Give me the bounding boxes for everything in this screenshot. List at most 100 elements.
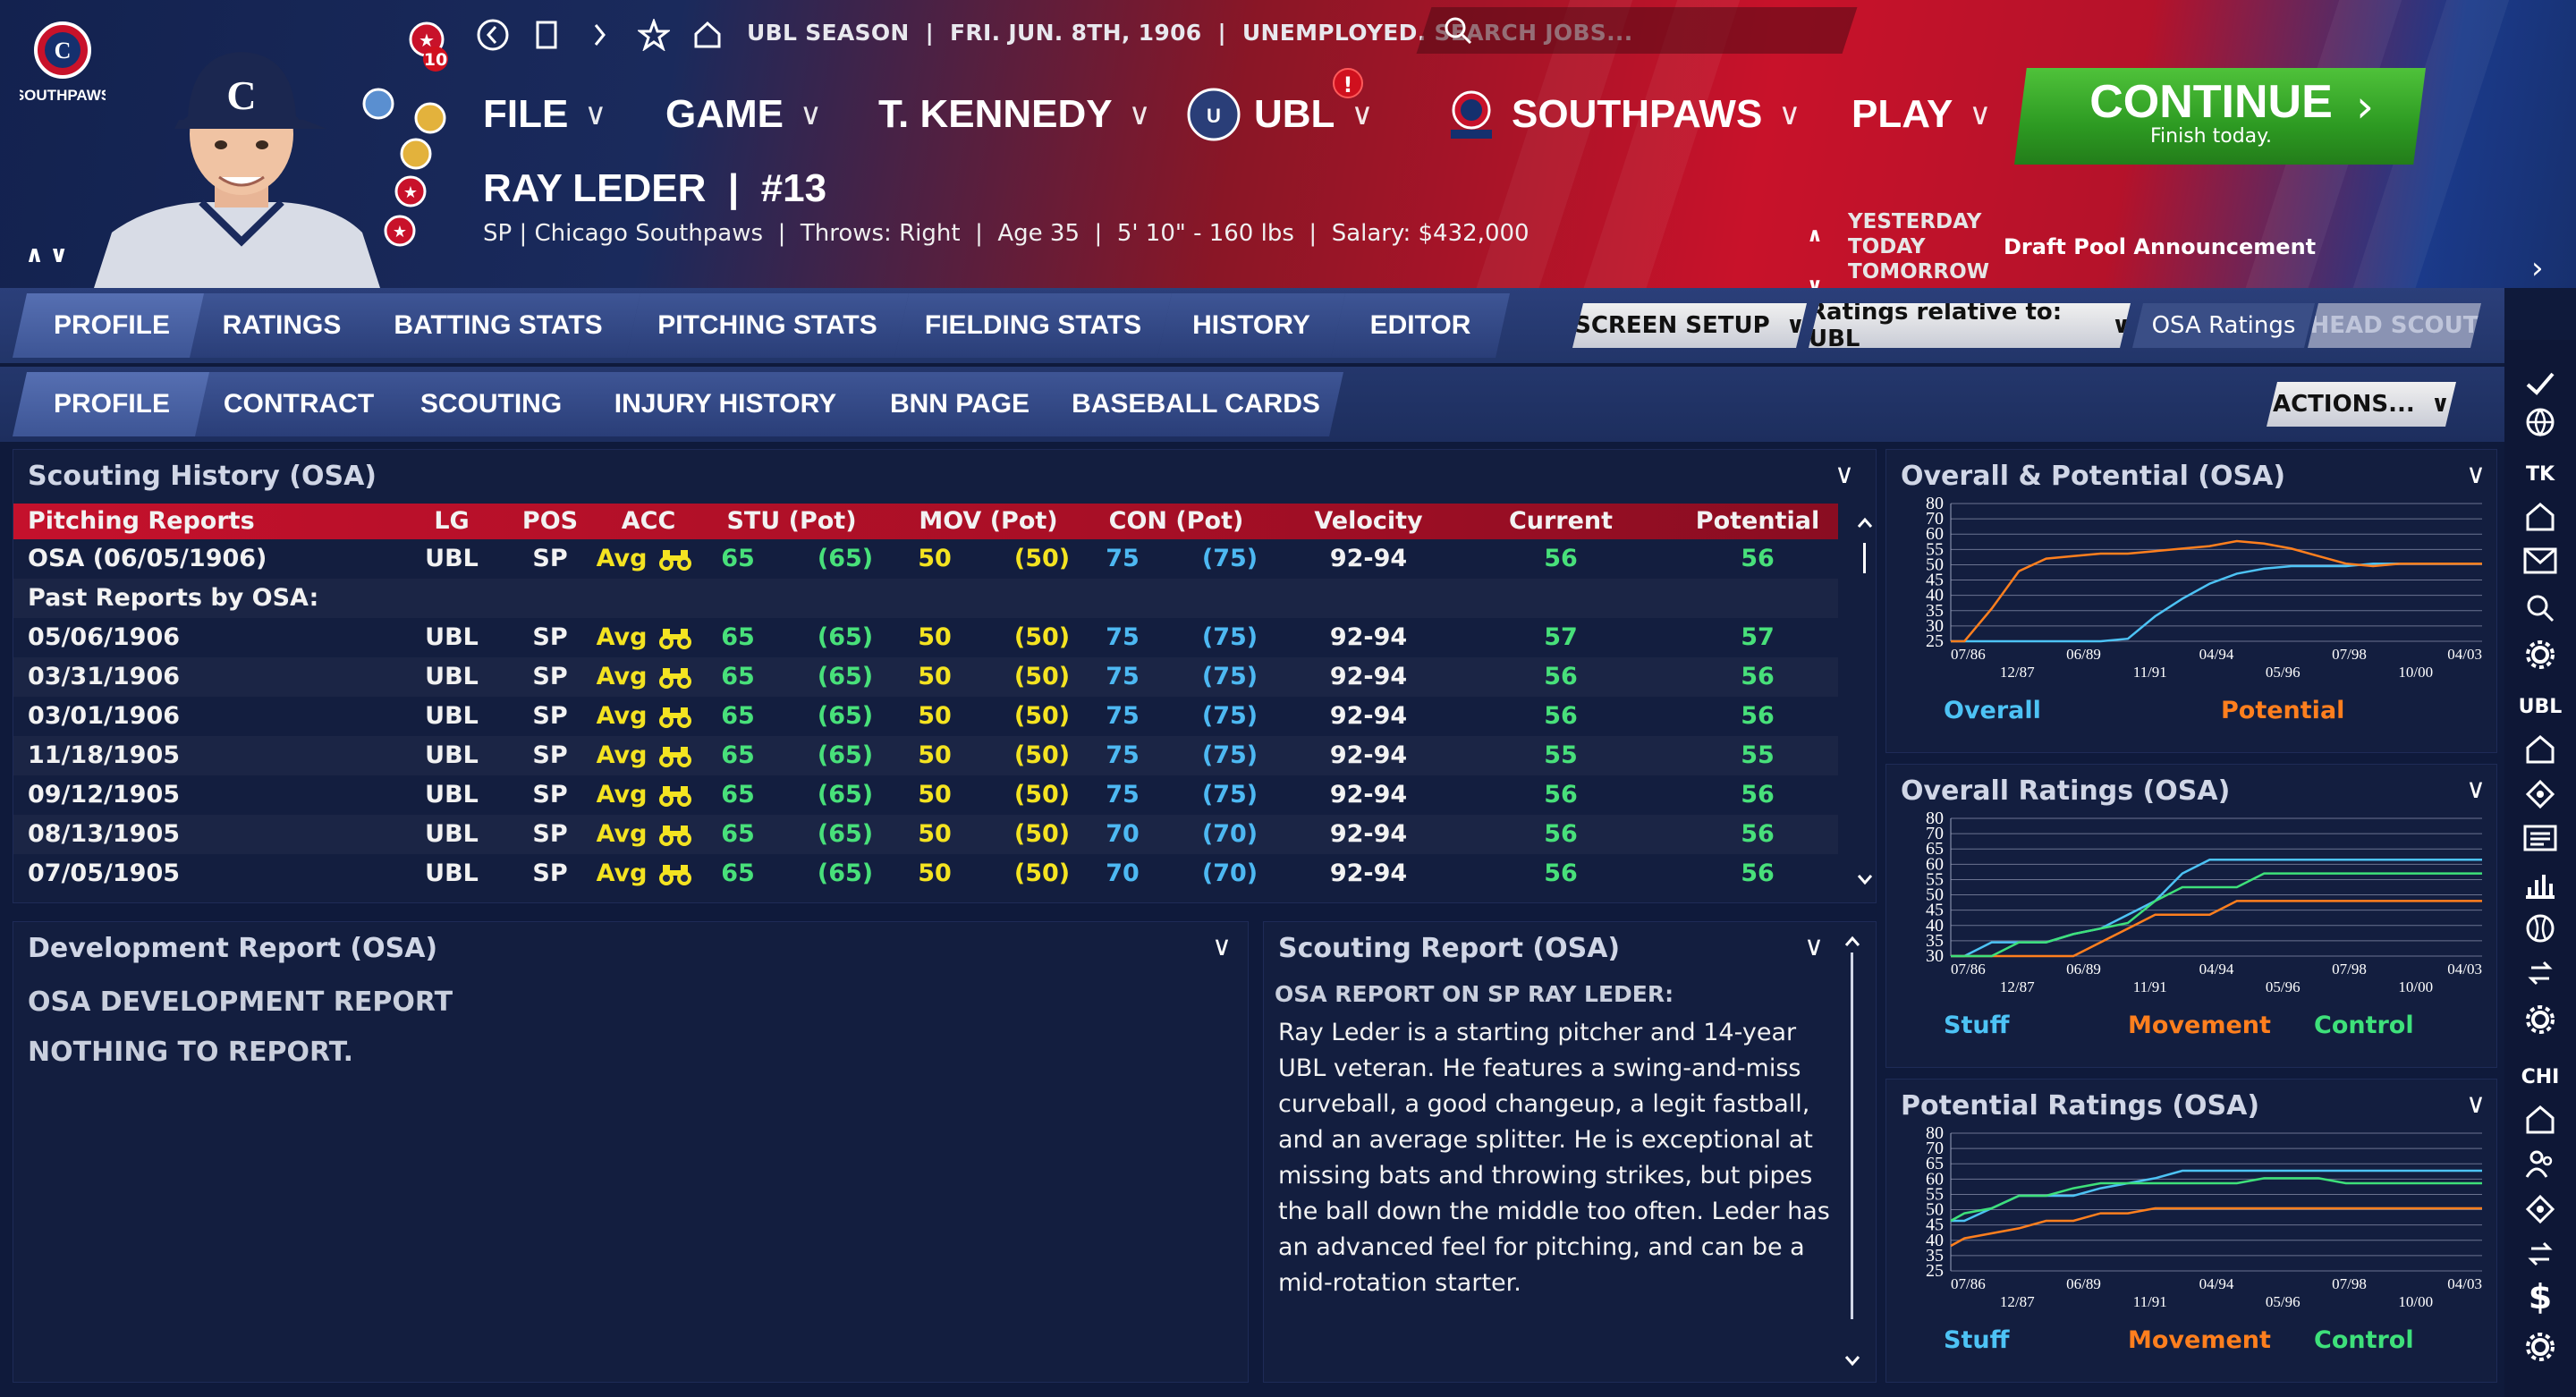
head-scout-toggle[interactable]: HEAD SCOUT [2308, 303, 2481, 348]
tab-bnn-page[interactable]: BNN PAGE [855, 372, 1064, 436]
binoculars-button[interactable] [657, 783, 693, 813]
table-row[interactable]: 08/13/1905 UBL SP Avg 65 (65) 50 (50) 70 (70) 92-9… [13, 815, 1838, 854]
table-row[interactable]: 05/06/1906 UBL SP Avg 65 (65) 50 (50) 75 (75) 92-9… [13, 618, 1838, 657]
player-nav-arrows[interactable]: ∧∨ [25, 241, 73, 268]
col-current[interactable]: Current [1480, 507, 1641, 535]
overall-potential-chart-panel: Overall & Potential (OSA) ∨ 80 70 60 55 50 45… [1885, 449, 2497, 753]
diamond-icon[interactable] [2524, 1193, 2556, 1225]
back-arrow-icon[interactable] [476, 18, 510, 52]
menu-team[interactable]: SOUTHPAWS ∨ [1442, 88, 1801, 141]
col-con[interactable]: CON (Pot) [1096, 507, 1257, 535]
forward-arrow-icon[interactable] [583, 18, 617, 52]
col-pitching-reports[interactable]: Pitching Reports [28, 507, 255, 535]
day-nav[interactable]: YESTERDAY TODAY TOMORROW [1848, 209, 1989, 284]
day-today[interactable]: TODAY [1848, 234, 1989, 259]
trade-icon[interactable] [2524, 1238, 2556, 1270]
osa-ratings-toggle[interactable]: OSA Ratings [2132, 303, 2315, 348]
menu-file[interactable]: FILE ∨ [483, 88, 606, 141]
id-card-icon[interactable] [2522, 823, 2558, 853]
mail-icon[interactable] [2522, 546, 2558, 576]
binoculars-button[interactable] [657, 743, 693, 774]
tab-scouting[interactable]: SCOUTING [386, 372, 596, 436]
tab-batting-stats[interactable]: BATTING STATS [356, 293, 640, 358]
star-icon[interactable] [637, 18, 671, 52]
y-tick-label: 25 [1926, 631, 1944, 651]
search-input[interactable] [1416, 7, 1858, 54]
col-stu[interactable]: STU (Pot) [711, 507, 872, 535]
binoculars-button[interactable] [657, 625, 693, 656]
cell-potential: 56 [1741, 820, 1775, 848]
home-icon[interactable] [2524, 1104, 2556, 1136]
table-row[interactable]: 11/18/1905 UBL SP Avg 65 (65) 50 (50) 75 (75) 92-9… [13, 736, 1838, 775]
home-icon[interactable] [2524, 733, 2556, 766]
home-icon[interactable] [691, 18, 724, 52]
gear-icon[interactable] [2524, 1003, 2556, 1036]
tab-pitching-stats[interactable]: PITCHING STATS [626, 293, 909, 358]
col-lg[interactable]: LG [416, 507, 487, 535]
continue-button[interactable]: CONTINUE Finish today. › [2014, 68, 2426, 165]
menu-play[interactable]: PLAY ∨ [1852, 88, 1991, 141]
menu-game[interactable]: GAME ∨ [665, 88, 822, 141]
cell-date: 11/18/1905 [28, 741, 181, 769]
award-badges[interactable]: ★ 10 ★ ★ [353, 20, 461, 261]
table-row[interactable]: OSA (06/05/1906) UBL SP Avg 65 (65) 50 (50) 75 (7… [13, 539, 1838, 579]
chevron-down-icon[interactable]: ∨ [1804, 931, 1824, 962]
people-icon[interactable] [2524, 1148, 2556, 1181]
chevron-down-icon[interactable]: ∨ [2466, 459, 2486, 490]
chevron-down-icon[interactable]: ∨ [2466, 1088, 2486, 1120]
scouting-scrollbar[interactable] [1854, 509, 1876, 893]
tab-fielding-stats[interactable]: FIELDING STATS [894, 293, 1172, 358]
col-acc[interactable]: ACC [613, 507, 684, 535]
baseball-icon[interactable] [2524, 912, 2556, 944]
chevron-down-icon[interactable]: ∨ [2466, 774, 2486, 805]
tab-sub-profile[interactable]: PROFILE [13, 372, 211, 436]
search-icon[interactable] [1442, 14, 1474, 47]
diamond-icon[interactable] [2524, 778, 2556, 810]
col-pos[interactable]: POS [514, 507, 586, 535]
tab-history[interactable]: HISTORY [1157, 293, 1345, 358]
team-logo[interactable]: C SOUTHPAWS [20, 20, 106, 106]
col-potential[interactable]: Potential [1677, 507, 1838, 535]
binoculars-button[interactable] [657, 665, 693, 695]
chevron-down-icon[interactable]: ∨ [1835, 459, 1854, 490]
home-icon[interactable] [2524, 501, 2556, 533]
cell-stu: 65 [721, 623, 755, 651]
binoculars-button[interactable] [657, 861, 693, 892]
col-velocity[interactable]: Velocity [1284, 507, 1453, 535]
gear-icon[interactable] [2524, 639, 2556, 671]
x-tick-label: 10/00 [2398, 1293, 2433, 1310]
scouting-report-scrollbar[interactable] [1842, 927, 1863, 1375]
tab-profile[interactable]: PROFILE [13, 293, 211, 358]
table-row[interactable]: 03/01/1906 UBL SP Avg 65 (65) 50 (50) 75 (75) 92-9… [13, 697, 1838, 736]
tab-contract[interactable]: CONTRACT [195, 372, 402, 436]
binoculars-button[interactable] [657, 704, 693, 734]
bookmark-icon[interactable] [530, 18, 564, 52]
table-row[interactable]: 03/31/1906 UBL SP Avg 65 (65) 50 (50) 75 (75) 92-9… [13, 657, 1838, 697]
globe-icon[interactable] [2524, 406, 2556, 438]
cell-potential: 56 [1741, 702, 1775, 730]
actions-dropdown[interactable]: ACTIONS... ∨ [2267, 382, 2456, 427]
day-tomorrow[interactable]: TOMORROW [1848, 259, 1989, 284]
bar-chart-icon[interactable] [2524, 868, 2556, 900]
search-icon[interactable] [2524, 592, 2556, 624]
table-row[interactable]: 07/05/1905 UBL SP Avg 65 (65) 50 (50) 70 (70) 92-9… [13, 854, 1838, 893]
tab-ratings[interactable]: RATINGS [190, 293, 374, 358]
tab-baseball-cards[interactable]: BASEBALL CARDS [1048, 372, 1343, 436]
day-yesterday[interactable]: YESTERDAY [1848, 209, 1989, 234]
menu-manager[interactable]: T. KENNEDY ∨ [878, 88, 1150, 141]
dollar-icon[interactable]: $ [2504, 1277, 2576, 1317]
table-row[interactable]: 09/12/1905 UBL SP Avg 65 (65) 50 (50) 75 (75) 92-9… [13, 775, 1838, 815]
col-mov[interactable]: MOV (Pot) [908, 507, 1069, 535]
checkmark-icon[interactable] [2522, 365, 2558, 401]
tab-injury-history[interactable]: INJURY HISTORY [580, 372, 871, 436]
tab-editor[interactable]: EDITOR [1331, 293, 1510, 358]
trade-icon[interactable] [2524, 957, 2556, 989]
chevron-right-icon[interactable]: › [2531, 250, 2544, 286]
binoculars-button[interactable] [657, 546, 693, 577]
ratings-relative-dropdown[interactable]: Ratings relative to: UBL ∨ [1809, 303, 2131, 348]
gear-icon[interactable] [2524, 1331, 2556, 1363]
chevron-down-icon[interactable]: ∨ [1212, 931, 1232, 962]
screen-setup-dropdown[interactable]: SCREEN SETUP ∨ [1572, 303, 1807, 348]
cell-date: 03/31/1906 [28, 663, 181, 690]
binoculars-button[interactable] [657, 822, 693, 852]
